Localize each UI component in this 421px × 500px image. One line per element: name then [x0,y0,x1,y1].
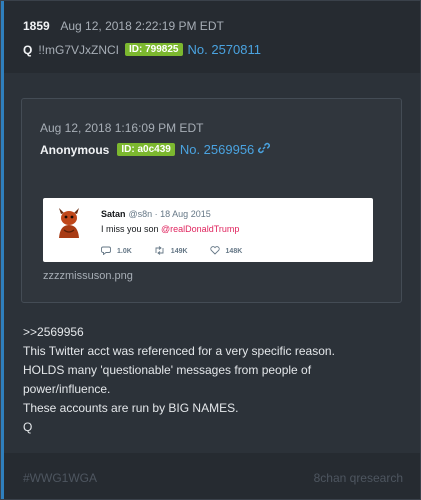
body-line: HOLDS many 'questionable' messages from … [23,363,312,377]
tweet-text: I miss you son @realDonaldTrump [101,224,239,234]
id-badge[interactable]: ID: 799825 [125,43,183,56]
satan-avatar-icon [56,208,82,238]
retweet-action: 149K [154,246,188,257]
tweet-actions: 1.0K 149K 148K [101,246,264,257]
tweet-header: Satan @s8n · 18 Aug 2015 [101,209,211,219]
tripcode: !!mG7VJxZNCI [38,42,120,57]
quoted-date: Aug 12, 2018 1:16:09 PM EDT [40,121,204,135]
accent-bar [1,1,4,499]
post-footer: #WWG1WGA 8chan qresearch [4,453,420,499]
quoted-id-badge[interactable]: ID: a0c439 [117,143,175,156]
body-line: These accounts are run by BIG NAMES. [23,401,239,415]
reply-count: 1.0K [117,248,132,255]
link-icon[interactable] [258,142,271,157]
post-meta-line: 1859 Aug 12, 2018 2:22:19 PM EDT [23,19,224,33]
quoted-author: Anonymous [40,142,110,157]
author-name: Q [23,42,33,57]
post-date: Aug 12, 2018 2:22:19 PM EDT [60,19,224,33]
retweet-count: 149K [170,248,188,255]
post-number: 1859 [23,19,50,33]
reply-icon [101,246,111,257]
signature: Q [23,420,33,434]
post-number-link[interactable]: No. 2570811 [188,42,262,57]
author-line: Q !!mG7VJxZNCI ID: 799825 No. 2570811 [23,42,261,57]
retweet-icon [154,246,165,257]
post-body: >>2569956 This Twitter acct was referenc… [23,323,335,437]
tweet-image[interactable]: Satan @s8n · 18 Aug 2015 I miss you son @… [43,198,373,262]
tweet-author: Satan [101,209,126,219]
source-site: 8chan qresearch [313,471,403,485]
tweet-handle-date: @s8n · 18 Aug 2015 [128,209,211,219]
tweet-body: I miss you son [101,224,162,234]
body-line: This Twitter acct was referenced for a v… [23,344,335,358]
quoted-post-link[interactable]: No. 2569956 [180,142,254,157]
reply-reference[interactable]: >>2569956 [23,323,335,342]
hashtag: #WWG1WGA [23,471,97,485]
like-count: 148K [225,248,243,255]
tweet-mention: @realDonaldTrump [161,224,240,234]
image-filename[interactable]: zzzzmissuson.png [43,270,133,282]
quoted-author-line: Anonymous ID: a0c439 No. 2569956 [40,142,271,157]
like-action: 148K [209,246,243,257]
post-header: 1859 Aug 12, 2018 2:22:19 PM EDT Q !!mG7… [4,1,420,73]
heart-icon [209,246,220,257]
reply-action: 1.0K [101,246,132,257]
quoted-post: Aug 12, 2018 1:16:09 PM EDT Anonymous ID… [21,98,402,303]
post-card: 1859 Aug 12, 2018 2:22:19 PM EDT Q !!mG7… [0,0,421,500]
body-line: power/influence. [23,382,111,396]
